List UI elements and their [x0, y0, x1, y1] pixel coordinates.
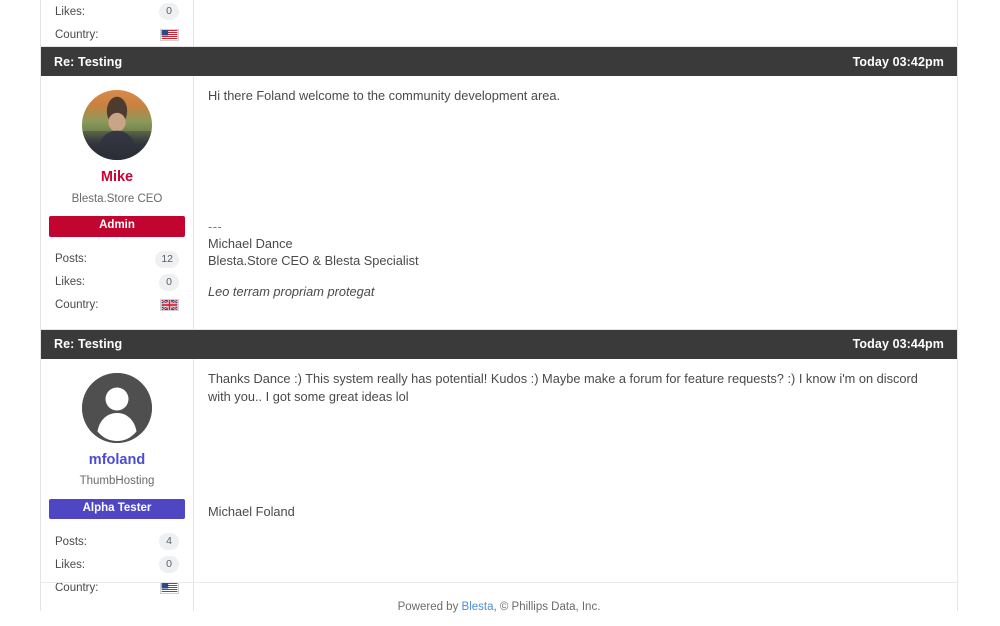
post-header-title: Re: Testing: [54, 54, 123, 69]
footer-prefix: Powered by: [397, 601, 462, 613]
stat-value-pill: 4: [159, 533, 179, 550]
signature-line: Michael Foland: [208, 503, 295, 519]
stat-label: Likes:: [55, 558, 86, 571]
avatar[interactable]: [82, 372, 152, 443]
post-partial-top: Likes: 0 Country:: [41, 0, 957, 47]
post-message-text: Hi there Foland welcome to the community…: [208, 88, 561, 103]
stat-label: Likes:: [55, 276, 86, 288]
forum-thread-page: Likes: 0 Country: Re: Testing Today 03:4…: [0, 0, 1000, 626]
signature-italic: Leo terram propriam protegat: [208, 284, 375, 300]
post-header-title: Re: Testing: [54, 337, 123, 351]
stat-row-posts: Posts: 4: [41, 530, 193, 553]
stat-row-country: Country:: [41, 294, 193, 317]
stat-label: Posts:: [55, 253, 87, 265]
username[interactable]: mfoland: [41, 452, 193, 468]
post-header-date: Today 03:44pm: [852, 337, 944, 351]
stat-label: Country:: [55, 299, 99, 311]
post-header-date: Today 03:42pm: [852, 54, 944, 69]
default-user-icon: [82, 372, 152, 443]
user-panel-partial: Likes: 0 Country:: [41, 0, 194, 46]
stat-row-likes: Likes: 0: [41, 271, 193, 294]
flag-us-icon: [160, 28, 179, 41]
stat-value-pill: 12: [155, 250, 179, 268]
post-signature: Michael Foland: [208, 503, 943, 520]
thread-container: Likes: 0 Country: Re: Testing Today 03:4…: [40, 0, 958, 611]
post-message-partial: [194, 0, 957, 46]
blesta-link[interactable]: Blesta: [462, 601, 494, 613]
stat-label: Country:: [55, 28, 99, 41]
user-panel: mfoland ThumbHosting Alpha Tester Posts:…: [41, 358, 194, 611]
stat-value-pill: 0: [159, 273, 179, 291]
post-message: Thanks Dance :) This system really has p…: [194, 359, 957, 612]
stat-row-posts: Posts: 12: [41, 248, 193, 271]
stat-value-pill: 0: [159, 556, 179, 573]
stat-label: Likes:: [55, 5, 86, 18]
post-signature: --- Michael Dance Blesta.Store CEO & Ble…: [208, 218, 943, 301]
stat-row-likes: Likes: 0: [41, 553, 193, 576]
post-message-text: Thanks Dance :) This system really has p…: [208, 370, 918, 405]
user-title: Blesta.Store CEO: [71, 192, 163, 205]
signature-dashes: ---: [208, 218, 223, 234]
stat-row: Country:: [41, 23, 193, 46]
username[interactable]: Mike: [41, 170, 193, 185]
posts-wrapper: Likes: 0 Country: Re: Testing Today 03:4…: [40, 0, 958, 611]
user-role-badge: Alpha Tester: [49, 498, 185, 519]
footer-suffix: , © Phillips Data, Inc.: [493, 601, 601, 613]
stat-label: Posts:: [55, 535, 87, 548]
user-panel: Mike Blesta.Store CEO Admin Posts: 12 Li…: [41, 76, 194, 329]
user-title: ThumbHosting: [79, 475, 155, 487]
page-footer: Powered by Blesta, © Phillips Data, Inc.: [40, 582, 958, 613]
avatar[interactable]: [82, 90, 152, 160]
user-role-badge: Admin: [49, 216, 185, 237]
signature-line: Michael Dance: [208, 235, 293, 251]
post: mfoland ThumbHosting Alpha Tester Posts:…: [41, 358, 957, 612]
post-header-bar: Re: Testing Today 03:44pm: [41, 329, 957, 359]
post: Mike Blesta.Store CEO Admin Posts: 12 Li…: [41, 76, 957, 330]
flag-uk-icon: [160, 299, 179, 311]
signature-line: Blesta.Store CEO & Blesta Specialist: [208, 253, 419, 269]
post-message: Hi there Foland welcome to the community…: [194, 76, 957, 329]
stat-value-pill: 0: [159, 3, 179, 20]
post-header-bar: Re: Testing Today 03:42pm: [41, 47, 957, 76]
stat-row: Likes: 0: [41, 0, 193, 23]
